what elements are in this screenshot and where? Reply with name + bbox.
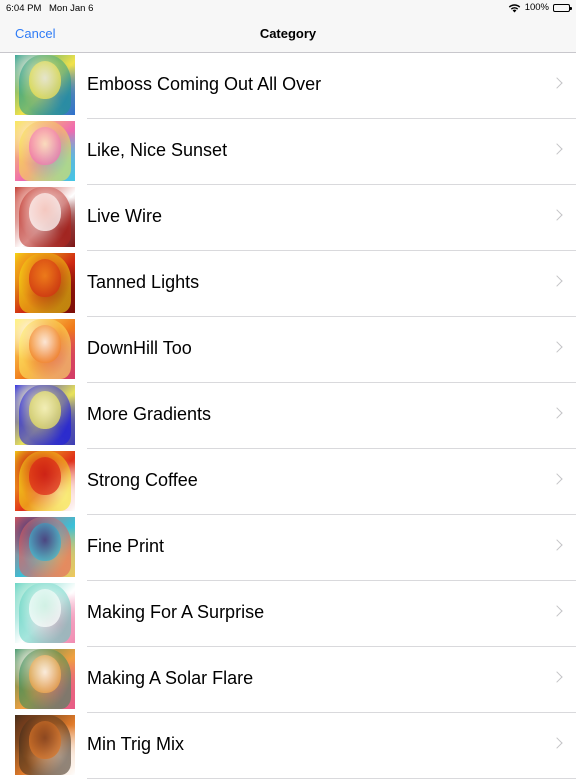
- chevron-right-icon: [551, 143, 563, 155]
- category-label: Min Trig Mix: [87, 734, 185, 754]
- category-row[interactable]: DownHill Too: [0, 317, 576, 383]
- chevron-right-icon: [551, 737, 563, 749]
- category-label: Emboss Coming Out All Over: [87, 74, 322, 94]
- navigation-bar: Cancel Category: [0, 16, 576, 53]
- category-row[interactable]: More Gradients: [0, 383, 576, 449]
- category-label: Strong Coffee: [87, 470, 198, 490]
- min-trig-thumbnail: [15, 715, 75, 775]
- fine-print-thumbnail: [15, 517, 75, 577]
- strong-coffee-thumbnail: [15, 451, 75, 511]
- category-label: More Gradients: [87, 404, 212, 424]
- category-list: Emboss Coming Out All Over Like, Nice Sun…: [0, 53, 576, 779]
- category-row[interactable]: Strong Coffee: [0, 449, 576, 515]
- emboss-thumbnail: [15, 55, 75, 115]
- status-bar: 6:04 PM Mon Jan 6 100%: [0, 0, 576, 16]
- status-date: Mon Jan 6: [49, 3, 94, 14]
- solar-flare-thumbnail: [15, 649, 75, 709]
- chevron-right-icon: [551, 341, 563, 353]
- category-row[interactable]: Fine Print: [0, 515, 576, 581]
- chevron-right-icon: [551, 407, 563, 419]
- tanned-lights-thumbnail: [15, 253, 75, 313]
- category-label: Making A Solar Flare: [87, 668, 254, 688]
- chevron-right-icon: [551, 275, 563, 287]
- chevron-right-icon: [551, 77, 563, 89]
- category-label: Tanned Lights: [87, 272, 200, 292]
- battery-icon: [553, 3, 572, 12]
- category-row[interactable]: Making For A Surprise: [0, 581, 576, 647]
- category-label: DownHill Too: [87, 338, 192, 358]
- chevron-right-icon: [551, 473, 563, 485]
- page-title: Category: [259, 26, 317, 41]
- category-label: Live Wire: [87, 206, 163, 226]
- live-wire-thumbnail: [15, 187, 75, 247]
- category-row[interactable]: Live Wire: [0, 185, 576, 251]
- chevron-right-icon: [551, 209, 563, 221]
- surprise-thumbnail: [15, 583, 75, 643]
- category-row[interactable]: Like, Nice Sunset: [0, 119, 576, 185]
- gradients-thumbnail: [15, 385, 75, 445]
- category-label: Making For A Surprise: [87, 602, 265, 622]
- wifi-icon: [508, 3, 520, 12]
- downhill-thumbnail: [15, 319, 75, 379]
- category-label: Like, Nice Sunset: [87, 140, 228, 160]
- chevron-right-icon: [551, 539, 563, 551]
- status-indicators: 100%: [508, 2, 572, 13]
- category-label: Fine Print: [87, 536, 165, 556]
- sunset-thumbnail: [15, 121, 75, 181]
- status-time: 6:04 PM: [6, 3, 42, 14]
- battery-percent: 100%: [524, 2, 549, 13]
- category-row[interactable]: Emboss Coming Out All Over: [0, 53, 576, 119]
- chevron-right-icon: [551, 671, 563, 683]
- category-row[interactable]: Min Trig Mix: [0, 713, 576, 779]
- category-row[interactable]: Tanned Lights: [0, 251, 576, 317]
- chevron-right-icon: [551, 605, 563, 617]
- category-row[interactable]: Making A Solar Flare: [0, 647, 576, 713]
